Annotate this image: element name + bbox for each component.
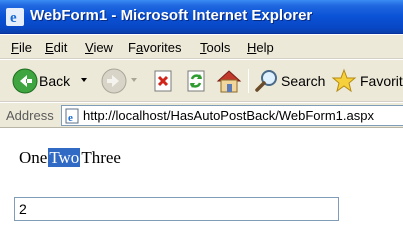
menu-edit[interactable]: Edit	[45, 40, 67, 55]
address-label: Address	[6, 108, 54, 123]
menu-help[interactable]: Help	[247, 40, 274, 55]
forward-dropdown-icon[interactable]	[131, 78, 137, 82]
star-icon	[331, 68, 357, 93]
menu-bar: File Edit View Favorites Tools Help	[0, 35, 403, 59]
title-bar[interactable]: e WebForm1 - Microsoft Internet Explorer	[0, 0, 403, 34]
search-label: Search	[281, 73, 326, 89]
back-arrow-icon	[12, 68, 38, 94]
value-textbox[interactable]: 2	[14, 197, 339, 221]
menu-favorites[interactable]: Favorites	[128, 40, 181, 55]
back-dropdown-icon[interactable]	[81, 78, 87, 82]
page-content: One Two Three 2	[0, 129, 403, 239]
page-icon: e	[65, 108, 79, 124]
refresh-icon[interactable]	[185, 68, 209, 94]
address-url: http://localhost/HasAutoPostBack/WebForm…	[83, 108, 374, 123]
menu-file[interactable]: File	[11, 40, 32, 55]
window-title: WebForm1 - Microsoft Internet Explorer	[30, 7, 313, 24]
ie-icon: e	[6, 8, 24, 26]
address-bar: Address e http://localhost/HasAutoPostBa…	[0, 103, 403, 128]
back-label: Back	[39, 73, 71, 89]
menu-view[interactable]: View	[85, 40, 113, 55]
menu-tools[interactable]: Tools	[200, 40, 230, 55]
option-two[interactable]: Two	[48, 148, 81, 167]
toolbar-separator	[248, 69, 249, 93]
option-three[interactable]: Three	[80, 148, 122, 167]
forward-arrow-icon[interactable]	[101, 68, 127, 94]
search-icon	[255, 70, 277, 92]
address-input[interactable]: e http://localhost/HasAutoPostBack/WebFo…	[61, 105, 403, 126]
toolbar: Back Search Favorit	[0, 60, 403, 102]
home-icon[interactable]	[216, 68, 242, 94]
svg-text:e: e	[10, 10, 17, 26]
svg-text:e: e	[68, 112, 73, 124]
stop-icon[interactable]	[152, 68, 176, 94]
favorites-label: Favorit	[360, 73, 403, 89]
option-list: One Two Three	[18, 148, 122, 168]
option-one[interactable]: One	[18, 148, 48, 167]
